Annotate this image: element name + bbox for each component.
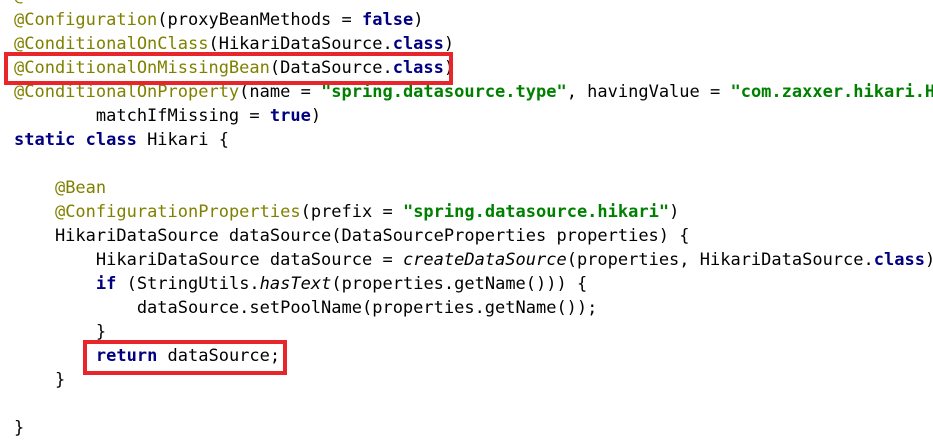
code-token: (properties, HikariDataSource. xyxy=(566,250,874,270)
code-line: @Bean xyxy=(14,176,106,200)
code-token: hasText xyxy=(259,274,332,294)
code-token: @ConfigurationProperties xyxy=(54,202,301,222)
code-token: "spring.datasource.type" xyxy=(321,82,567,102)
code-token: Hikari { xyxy=(136,130,229,150)
code-token: HikariDataSource dataSource(DataSourcePr… xyxy=(14,226,690,246)
code-token: @Configuration xyxy=(14,10,158,30)
code-token: if xyxy=(95,274,117,294)
code-token: ) xyxy=(443,34,455,54)
code-token: createDataSource xyxy=(402,250,567,270)
code-token: true xyxy=(269,106,311,126)
code-line: matchIfMissing = true) xyxy=(14,104,321,128)
code-token: matchIfMissing = xyxy=(14,106,270,126)
code-token: HikariDataSource dataSource = xyxy=(14,250,403,270)
code-token: static class xyxy=(14,130,137,150)
code-token: (StringUtils. xyxy=(116,274,260,294)
code-line: HikariDataSource dataSource = createData… xyxy=(14,248,933,272)
code-token: false xyxy=(362,10,414,30)
code-line: dataSource.setPoolName(properties.getNam… xyxy=(14,296,598,320)
code-line: HikariDataSource dataSource(DataSourcePr… xyxy=(14,224,690,248)
code-line: } xyxy=(14,368,65,392)
code-token: "spring.datasource.hikari" xyxy=(402,202,670,222)
code-editor[interactable]: @ @Configuration(proxyBeanMethods = fals… xyxy=(0,0,933,442)
code-line: } xyxy=(14,416,24,440)
code-token: (HikariDataSource. xyxy=(208,34,393,54)
code-token: "com.zaxxer.hikari.Hik xyxy=(730,82,933,102)
code-token: ) xyxy=(310,106,322,126)
code-token: (name = xyxy=(239,82,322,102)
code-token: class xyxy=(873,250,925,270)
code-token: , havingValue = xyxy=(566,82,731,102)
code-line: @Configuration(proxyBeanMethods = false) xyxy=(14,8,423,32)
code-token: (prefix = xyxy=(300,202,403,222)
code-token: (properties.getName())) { xyxy=(331,274,588,294)
code-token: ) xyxy=(669,202,680,222)
code-line: @ConfigurationProperties(prefix = "sprin… xyxy=(14,200,679,224)
code-line: if (StringUtils.hasText(properties.getNa… xyxy=(14,272,587,296)
highlight-box-return-statement xyxy=(83,340,287,375)
clipped-previous-line: @ xyxy=(14,0,24,4)
code-token: } xyxy=(14,322,107,342)
code-token: dataSource.setPoolName(properties.getNam… xyxy=(14,298,598,318)
code-token: (proxyBeanMethods = xyxy=(157,10,362,30)
code-token: ); xyxy=(925,250,933,270)
code-token: } xyxy=(14,370,66,390)
code-token: } xyxy=(14,418,25,438)
code-token: @ConditionalOnClass xyxy=(14,34,209,54)
highlight-box-missing-bean xyxy=(4,52,453,85)
code-token: ) xyxy=(413,10,424,30)
code-token: class xyxy=(392,34,444,54)
code-token: @Bean xyxy=(54,178,107,198)
code-line: static class Hikari { xyxy=(14,128,229,152)
code-token: @ConditionalOnProperty xyxy=(14,82,240,102)
